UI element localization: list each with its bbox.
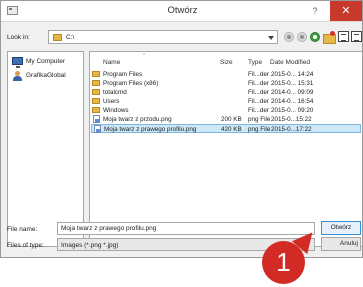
list-item[interactable]: Windows Fil...der 2015-0... 09:20	[91, 106, 361, 115]
close-button[interactable]: ✕	[330, 1, 362, 21]
file-type: png File	[248, 126, 271, 133]
folder-icon	[92, 98, 100, 104]
file-date: 2015-0... 09:20	[271, 107, 314, 114]
user-icon	[13, 71, 22, 81]
file-name: totalcmd	[103, 89, 127, 96]
file-date: 2015-0...15:22	[271, 116, 312, 123]
file-type: Fil...der	[248, 98, 269, 105]
image-file-icon	[93, 115, 100, 123]
column-header-name[interactable]: Name	[103, 59, 120, 66]
folder-icon	[92, 89, 100, 95]
file-name: Program Files (x86)	[103, 80, 159, 87]
file-size: 420 KB	[221, 126, 242, 133]
new-folder-icon[interactable]	[323, 31, 336, 44]
file-date: 2015-0...17:22	[271, 126, 312, 133]
forward-icon[interactable]	[297, 32, 307, 42]
back-icon[interactable]	[284, 32, 294, 42]
step-number-badge: 1	[262, 241, 305, 284]
file-name: Program Files	[103, 71, 143, 78]
list-item[interactable]: totalcmd Fil...der 2014-0... 09:09	[91, 88, 361, 97]
folder-icon	[92, 107, 100, 113]
column-header-date[interactable]: Date Modified	[270, 59, 310, 66]
sidebar-item-label: GrafikaGlobal	[26, 72, 66, 79]
open-file-dialog: Otwórz ? ✕ Look in: C:\ My Computer Graf…	[0, 0, 363, 258]
help-button[interactable]: ?	[308, 4, 322, 18]
file-name: Windows	[103, 107, 129, 114]
list-item[interactable]: Users Fil...der 2014-0... 16:54	[91, 97, 361, 106]
list-item[interactable]: Program Files (x86) Fil...der 2015-0... …	[91, 79, 361, 88]
file-type: png File	[248, 116, 271, 123]
sidebar-item-grafikaglobal[interactable]: GrafikaGlobal	[12, 71, 84, 81]
cancel-button[interactable]: Anuluj	[321, 237, 361, 251]
open-button[interactable]: Otwórz	[321, 221, 361, 235]
sidebar-item-label: My Computer	[26, 58, 66, 65]
file-name: Users	[103, 98, 120, 105]
look-in-label: Look in:	[7, 34, 30, 41]
list-item[interactable]: Moja twarz z przodu.png 200 KB png File …	[91, 115, 361, 124]
file-date: 2015-0... 14:24	[271, 71, 314, 78]
detail-view-icon[interactable]	[351, 31, 362, 42]
file-date: 2014-0... 16:54	[271, 98, 314, 105]
folder-icon	[92, 80, 100, 86]
look-in-path: C:\	[66, 34, 75, 41]
file-type-value: Images (*.png *.jpg)	[61, 242, 119, 249]
drive-folder-icon	[53, 34, 62, 41]
computer-icon	[12, 57, 23, 68]
sidebar-item-my-computer[interactable]: My Computer	[12, 57, 84, 68]
file-type-label: Files of type:	[7, 242, 44, 249]
file-date: 2015-0... 15:31	[271, 80, 314, 87]
chevron-down-icon	[268, 36, 274, 40]
sort-caret-icon: ^	[143, 53, 146, 59]
file-name: Moja twarz z przodu.png	[103, 116, 172, 123]
file-type: Fil...der	[248, 71, 269, 78]
list-item-selected[interactable]: Moja twarz z prawego profilu.png 420 KB …	[91, 124, 361, 133]
file-list: Name ^ Size Type Date Modified Program F…	[89, 51, 362, 247]
places-sidebar: My Computer GrafikaGlobal	[7, 51, 84, 247]
image-file-icon	[94, 125, 101, 133]
file-name: Moja twarz z prawego profilu.png	[104, 126, 197, 133]
file-size: 200 KB	[221, 116, 242, 123]
list-view-icon[interactable]	[338, 31, 349, 42]
file-type: Fil...der	[248, 89, 269, 96]
column-header-size[interactable]: Size	[220, 59, 233, 66]
look-in-combo[interactable]: C:\	[48, 30, 278, 44]
column-header-type[interactable]: Type	[248, 59, 262, 66]
file-name-field[interactable]	[57, 222, 315, 235]
file-type: Fil...der	[248, 80, 269, 87]
file-date: 2014-0... 09:09	[271, 89, 314, 96]
folder-icon	[92, 71, 100, 77]
list-item[interactable]: Program Files Fil...der 2015-0... 14:24	[91, 70, 361, 79]
file-type: Fil...der	[248, 107, 269, 114]
title-bar: Otwórz ? ✕	[1, 1, 362, 22]
file-name-label: File name:	[7, 226, 38, 233]
up-icon[interactable]	[310, 32, 320, 42]
